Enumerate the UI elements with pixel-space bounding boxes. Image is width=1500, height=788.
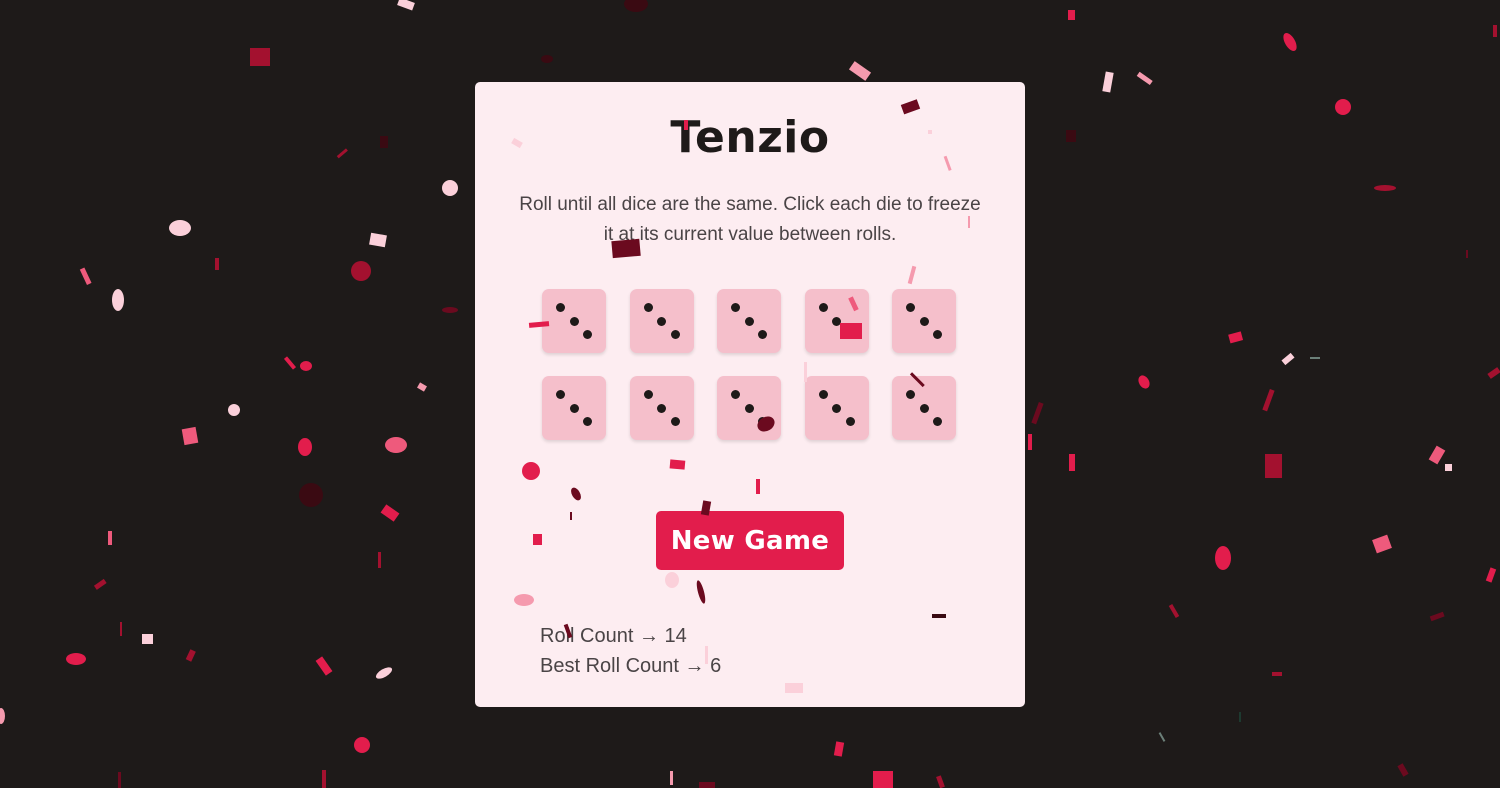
pip-icon xyxy=(919,316,929,326)
pip-icon xyxy=(832,316,841,326)
pip-icon xyxy=(569,316,579,326)
game-title: Tenzio xyxy=(670,112,830,163)
pip-icon xyxy=(670,330,680,339)
stats-panel: Roll Count → 14 Best Roll Count → 6 xyxy=(540,621,721,681)
pip-icon xyxy=(845,417,855,426)
best-roll-count-label: Best Roll Count xyxy=(540,655,679,677)
instructions-text: Roll until all dice are the same. Click … xyxy=(519,194,981,245)
pip-icon xyxy=(758,417,767,426)
die-5[interactable] xyxy=(892,289,956,353)
pip-icon xyxy=(845,330,855,339)
die-9[interactable] xyxy=(804,376,869,440)
roll-count-value: 14 xyxy=(664,625,687,647)
die-8[interactable] xyxy=(717,376,781,440)
arrow-icon: → xyxy=(638,625,659,647)
pip-icon xyxy=(832,403,841,413)
pip-icon xyxy=(583,417,592,426)
roll-count-label: Roll Count xyxy=(540,625,634,647)
pip-icon xyxy=(933,417,942,426)
best-roll-count-row: Best Roll Count → 6 xyxy=(540,651,721,681)
pip-icon xyxy=(919,403,929,413)
dice-grid xyxy=(542,289,956,440)
pip-icon xyxy=(643,390,653,399)
pip-icon xyxy=(818,390,828,399)
pip-icon xyxy=(906,390,915,399)
pip-icon xyxy=(657,403,666,413)
die-4[interactable] xyxy=(804,289,869,353)
pip-icon xyxy=(643,303,653,312)
pip-icon xyxy=(657,316,666,326)
pip-icon xyxy=(744,403,754,413)
game-card: Tenzio Roll until all dice are the same.… xyxy=(475,82,1025,707)
pip-icon xyxy=(569,403,579,413)
die-7[interactable] xyxy=(629,376,694,440)
best-roll-count-value: 6 xyxy=(710,655,722,677)
pip-icon xyxy=(906,303,915,312)
die-2[interactable] xyxy=(629,289,694,353)
roll-count-row: Roll Count → 14 xyxy=(540,621,721,651)
pip-icon xyxy=(818,303,828,312)
pip-icon xyxy=(744,316,754,326)
die-10[interactable] xyxy=(892,376,956,440)
pip-icon xyxy=(933,330,942,339)
die-3[interactable] xyxy=(717,289,781,353)
pip-icon xyxy=(758,330,767,339)
arrow-icon: → xyxy=(684,655,705,677)
pip-icon xyxy=(731,303,740,312)
pip-icon xyxy=(670,417,680,426)
pip-icon xyxy=(731,390,740,399)
die-1[interactable] xyxy=(542,289,606,353)
new-game-button[interactable]: New Game xyxy=(656,511,844,570)
die-6[interactable] xyxy=(542,376,606,440)
pip-icon xyxy=(583,330,592,339)
pip-icon xyxy=(556,303,565,312)
pip-icon xyxy=(556,390,565,399)
